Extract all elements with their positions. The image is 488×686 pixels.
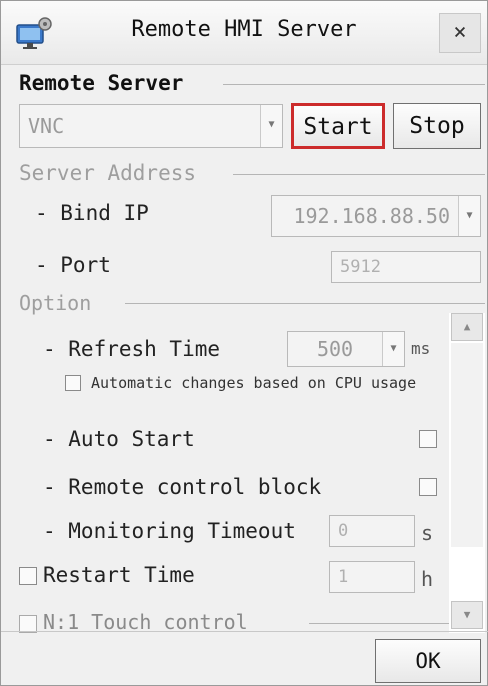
server-type-dropdown[interactable]: VNC ▼ <box>19 104 283 148</box>
option-group-label: Option <box>19 291 92 315</box>
start-button[interactable]: Start <box>291 103 385 149</box>
refresh-time-unit: ms <box>411 339 431 358</box>
chevron-down-icon: ▼ <box>382 332 404 366</box>
chevron-up-icon: ▲ <box>463 320 471 333</box>
touch-control-label: N:1 Touch control <box>43 610 248 630</box>
server-address-group-label: Server Address <box>19 161 197 185</box>
monitoring-timeout-label: - Monitoring Timeout <box>43 519 296 543</box>
restart-time-checkbox[interactable] <box>19 567 37 585</box>
remote-hmi-server-dialog: Remote HMI Server × Remote Server VNC ▼ … <box>0 0 488 686</box>
option-divider <box>125 303 485 304</box>
server-address-divider <box>233 174 485 175</box>
chevron-down-icon: ▼ <box>463 608 471 621</box>
scroll-track[interactable] <box>451 343 483 547</box>
auto-start-label: - Auto Start <box>43 427 195 451</box>
stop-button[interactable]: Stop <box>393 103 481 149</box>
refresh-time-dropdown[interactable]: 500 ▼ <box>287 331 405 367</box>
port-label: - Port <box>35 253 111 277</box>
refresh-time-value: 500 <box>316 337 354 361</box>
chevron-down-icon: ▼ <box>260 105 282 147</box>
close-button[interactable]: × <box>439 13 481 53</box>
bind-ip-label: - Bind IP <box>35 201 149 225</box>
footer-divider <box>1 631 488 632</box>
title-bar[interactable]: Remote HMI Server × <box>1 1 487 65</box>
window-title: Remote HMI Server <box>131 17 357 42</box>
monitoring-timeout-unit: s <box>421 521 434 545</box>
bind-ip-dropdown[interactable]: 192.168.88.50 ▼ <box>271 195 481 237</box>
auto-cpu-label: Automatic changes based on CPU usage <box>91 374 417 392</box>
restart-time-label: Restart Time <box>43 563 195 587</box>
remote-server-divider <box>223 84 485 85</box>
refresh-time-label: - Refresh Time <box>43 337 221 361</box>
auto-start-checkbox[interactable] <box>419 430 437 448</box>
bind-ip-value: 192.168.88.50 <box>293 204 450 228</box>
auto-cpu-checkbox[interactable] <box>65 375 81 391</box>
close-icon: × <box>453 20 467 45</box>
remote-control-block-label: - Remote control block <box>43 475 322 499</box>
ok-button[interactable]: OK <box>375 639 481 683</box>
port-input[interactable]: 5912 <box>331 251 481 283</box>
monitoring-timeout-input[interactable]: 0 <box>329 515 415 547</box>
remote-server-group-label: Remote Server <box>19 71 184 95</box>
option-scrollbar[interactable]: ▲ ▼ <box>449 313 485 633</box>
monitor-gear-icon <box>16 17 52 49</box>
restart-time-unit: h <box>421 567 434 591</box>
scroll-up-button[interactable]: ▲ <box>451 313 483 341</box>
chevron-down-icon: ▼ <box>458 196 480 236</box>
touch-control-divider <box>309 623 449 624</box>
restart-time-input[interactable]: 1 <box>329 561 415 593</box>
remote-control-block-checkbox[interactable] <box>419 478 437 496</box>
server-type-value: VNC <box>28 114 65 138</box>
scroll-down-button[interactable]: ▼ <box>451 601 483 629</box>
